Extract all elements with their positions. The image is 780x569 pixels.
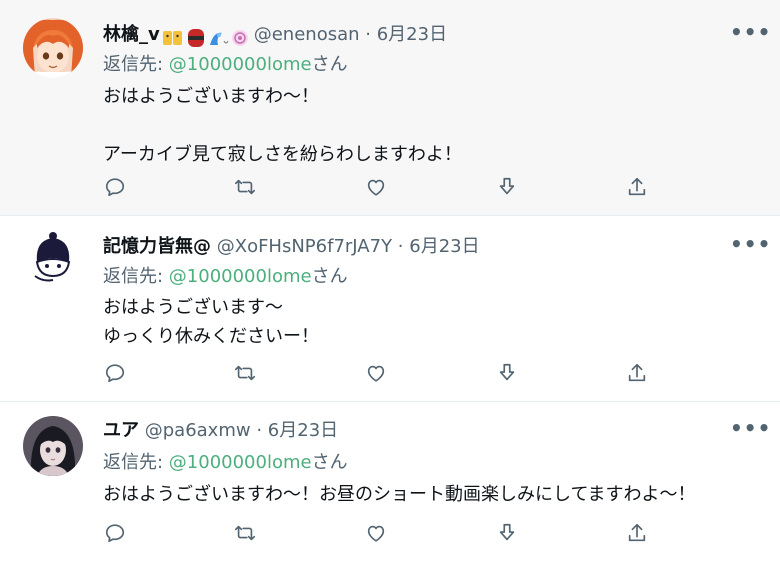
dark-hair-girl-avatar-icon — [23, 416, 83, 476]
tweet[interactable]: ユア @pa6axmw · 6月23日 ••• 返信先: @1000000lom… — [0, 402, 780, 569]
tweet-actions — [0, 358, 780, 388]
tweet[interactable]: 記憶力皆無@ @XoFHsNP6f7rJA7Y · 6月23日 ••• 返信先:… — [0, 216, 780, 402]
tweet-actions — [0, 172, 780, 202]
tweet-header: 林檎_v @enenosan · 6月23日 — [103, 22, 447, 48]
separator-dot: · — [397, 236, 404, 257]
user-handle[interactable]: @XoFHsNP6f7rJA7Y — [217, 236, 392, 257]
reply-mention-link[interactable]: @1000000lome — [169, 54, 312, 75]
reply-prefix: 返信先: — [103, 266, 169, 287]
retweet-button[interactable] — [230, 358, 260, 388]
reply-prefix: 返信先: — [103, 452, 169, 473]
share-button[interactable] — [622, 358, 652, 388]
display-name[interactable]: 林檎_v — [103, 24, 160, 45]
display-name[interactable]: ユア — [103, 420, 139, 441]
reply-context: 返信先: @1000000lomeさん — [103, 450, 348, 476]
share-button[interactable] — [622, 518, 652, 548]
share-icon — [628, 523, 646, 542]
avatar[interactable] — [23, 18, 83, 78]
separator-dot: · — [256, 420, 263, 441]
like-button[interactable] — [361, 518, 391, 548]
retweet-icon — [235, 525, 255, 541]
like-icon — [367, 365, 385, 382]
user-handle[interactable]: @enenosan — [254, 24, 360, 45]
tweet-header: 記憶力皆無@ @XoFHsNP6f7rJA7Y · 6月23日 — [103, 234, 480, 260]
retweet-button[interactable] — [230, 172, 260, 202]
reply-button[interactable] — [100, 518, 130, 548]
reply-icon — [105, 178, 125, 197]
tweet[interactable]: 林檎_v @enenosan · 6月23日 ••• 返信先: @1000000… — [0, 0, 780, 216]
tweet-date[interactable]: 6月23日 — [409, 236, 479, 257]
retweet-icon — [235, 179, 255, 195]
like-icon — [367, 525, 385, 542]
download-icon — [499, 363, 515, 381]
reply-feed: 林檎_v @enenosan · 6月23日 ••• 返信先: @1000000… — [0, 0, 780, 569]
tweet-text: おはようございます～ ゆっくり休みくださいー！ — [103, 297, 319, 347]
retweet-button[interactable] — [230, 518, 260, 548]
download-icon — [499, 177, 515, 195]
reply-suffix: さん — [311, 54, 348, 75]
display-name[interactable]: 記憶力皆無@ — [103, 236, 211, 257]
more-options-icon[interactable]: ••• — [730, 22, 770, 48]
reply-suffix: さん — [311, 452, 348, 473]
name-emoji-badges — [162, 25, 248, 51]
doodle-face-avatar-icon — [23, 226, 83, 286]
like-button[interactable] — [361, 172, 391, 202]
retweet-icon — [235, 365, 255, 381]
share-icon — [628, 363, 646, 382]
like-button[interactable] — [361, 358, 391, 388]
tweet-header: ユア @pa6axmw · 6月23日 — [103, 418, 338, 444]
reply-context: 返信先: @1000000lomeさん — [103, 52, 348, 78]
avatar[interactable] — [23, 416, 83, 476]
share-icon — [628, 177, 646, 196]
reply-button[interactable] — [100, 172, 130, 202]
tweet-text: おはようございますわ～！ アーカイブ見て寂しさを紛らわしますわよ！ — [103, 86, 462, 165]
avatar[interactable] — [23, 226, 83, 286]
reply-mention-link[interactable]: @1000000lome — [169, 452, 312, 473]
reply-icon — [105, 524, 125, 543]
tweet-date[interactable]: 6月23日 — [268, 420, 338, 441]
separator-dot: · — [365, 24, 371, 45]
anime-orange-hair-avatar-icon — [23, 18, 83, 78]
more-options-icon[interactable]: ••• — [730, 418, 770, 444]
reply-prefix: 返信先: — [103, 54, 169, 75]
more-options-icon[interactable]: ••• — [730, 234, 770, 260]
tweet-date[interactable]: 6月23日 — [377, 24, 447, 45]
reply-icon — [105, 364, 125, 383]
tweet-actions — [0, 518, 780, 548]
user-handle[interactable]: @pa6axmw — [145, 420, 251, 441]
download-icon — [499, 523, 515, 541]
share-button[interactable] — [622, 172, 652, 202]
emoji-badges-icon — [162, 29, 248, 47]
tweet-text: おはようございますわ～！お昼のショート動画楽しみにしてますわよ～！ — [103, 484, 696, 505]
download-button[interactable] — [492, 172, 522, 202]
download-button[interactable] — [492, 518, 522, 548]
like-icon — [367, 179, 385, 196]
download-button[interactable] — [492, 358, 522, 388]
reply-suffix: さん — [311, 266, 348, 287]
reply-mention-link[interactable]: @1000000lome — [169, 266, 312, 287]
reply-context: 返信先: @1000000lomeさん — [103, 264, 348, 290]
reply-button[interactable] — [100, 358, 130, 388]
